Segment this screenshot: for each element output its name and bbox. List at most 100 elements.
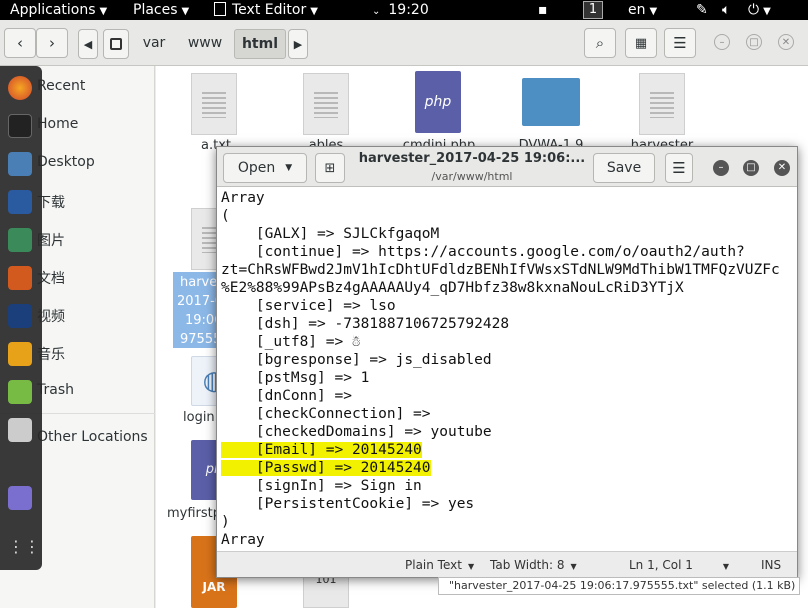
volume-icon[interactable]: 🔈︎ xyxy=(722,0,730,20)
save-button[interactable]: Save xyxy=(593,153,655,183)
clock-dropdown-icon: ⌄ xyxy=(372,6,381,17)
open-button[interactable]: Open ▼ xyxy=(223,153,307,183)
search-icon: ⌕ xyxy=(595,34,605,52)
text-line: zt=ChRsWFBwd2JmV1hIcDhtUFdldzBENhIfVWsxS… xyxy=(221,262,780,278)
sidebar-item-recent[interactable]: Recent xyxy=(37,78,85,94)
sidebar-item-desktop[interactable]: Desktop xyxy=(37,154,95,170)
file-label[interactable]: login. xyxy=(183,410,219,425)
breadcrumb-www[interactable]: www xyxy=(180,29,230,59)
sidebar-item-home[interactable]: Home xyxy=(37,116,78,132)
forward-button[interactable]: › xyxy=(36,28,68,58)
places-label: Places xyxy=(133,2,178,18)
text-line: %E2%88%99APsBz4gAAAAAUy4_qD7Hbfz38w8kxna… xyxy=(221,280,684,296)
sidebar-item-trash[interactable]: Trash xyxy=(37,382,74,398)
document-path: /var/www/html xyxy=(431,170,513,183)
power-icon: ⏻ xyxy=(748,2,760,18)
tab-width-selector[interactable]: Tab Width: 8 ▼ xyxy=(490,558,577,572)
grid-icon: ▦ xyxy=(634,35,648,51)
notes-icon[interactable] xyxy=(8,486,32,510)
text-line: ( xyxy=(221,208,230,224)
text-line: [PersistentCookie] => yes xyxy=(221,496,475,512)
hamburger-icon: ☰ xyxy=(673,34,687,52)
maximize-button[interactable]: □ xyxy=(746,34,762,50)
minimize-button[interactable]: – xyxy=(714,34,730,50)
pen-icon[interactable]: ✎ xyxy=(696,0,708,20)
text-line: [pstMsg] => 1 xyxy=(221,370,370,386)
text-line: ) xyxy=(221,514,230,530)
chevron-down-icon: ▼ xyxy=(722,562,730,571)
path-scroll-left-button[interactable]: ◀ xyxy=(78,29,98,59)
breadcrumb-var[interactable]: var xyxy=(134,29,174,59)
chevron-down-icon: ▼ xyxy=(310,6,318,17)
active-app-menu[interactable]: Text Editor ▼ xyxy=(214,0,318,20)
language-label: en xyxy=(628,2,646,18)
faraday-icon[interactable] xyxy=(8,342,32,366)
text-file-icon[interactable] xyxy=(639,73,685,135)
text-line: Array xyxy=(221,532,265,548)
language-menu[interactable]: en ▼ xyxy=(628,0,657,20)
syntax-selector[interactable]: Plain Text ▼ xyxy=(405,558,474,572)
power-menu[interactable]: ⏻ ▼ xyxy=(748,0,771,20)
chevron-right-icon: › xyxy=(49,34,55,52)
text-line: [GALX] => SJLCkfgaqoM xyxy=(221,226,440,242)
places-menu[interactable]: Places ▼ xyxy=(133,0,189,20)
editor-maximize-button[interactable]: □ xyxy=(743,160,759,176)
text-line: [dnConn] => xyxy=(221,388,352,404)
chevron-down-icon: ▼ xyxy=(763,6,771,17)
path-scroll-right-button[interactable]: ▶ xyxy=(288,29,308,59)
show-apps-icon[interactable]: ⋮⋮ xyxy=(8,536,40,560)
editor-close-button[interactable]: ✕ xyxy=(774,160,790,176)
close-button[interactable]: ✕ xyxy=(778,34,794,50)
editor-status-bar: Plain Text ▼ Tab Width: 8 ▼ Ln 1, Col 1 ▼ I… xyxy=(217,551,797,577)
editor-text-area[interactable]: Array ( [GALX] => SJLCkfgaqoM [continue]… xyxy=(217,187,797,551)
camera-icon[interactable]: ▪ xyxy=(538,0,548,20)
firefox-icon[interactable] xyxy=(8,76,32,100)
chevron-down-icon: ▼ xyxy=(285,163,293,173)
cursor-position-selector[interactable]: Ln 1, Col 1 ▼ xyxy=(629,558,729,572)
files-icon[interactable] xyxy=(8,152,32,176)
sidebar-item-other-locations[interactable]: Other Locations xyxy=(37,429,148,445)
text-line: [bgresponse] => js_disabled xyxy=(221,352,492,368)
triangle-right-icon: ▶ xyxy=(293,37,303,51)
chevron-left-icon: ‹ xyxy=(17,34,23,52)
applications-label: Applications xyxy=(10,2,96,18)
menu-button[interactable]: ☰ xyxy=(664,28,696,58)
screenshot-icon[interactable] xyxy=(8,418,32,442)
document-title: harvester_2017-04-25 19:06:... xyxy=(358,151,586,166)
php-file-icon[interactable]: php xyxy=(415,71,461,133)
clock[interactable]: ⌄ 19:20 xyxy=(372,0,429,20)
text-file-icon[interactable] xyxy=(303,73,349,135)
applications-menu[interactable]: Applications ▼ xyxy=(10,0,107,20)
dock: ⋮⋮ xyxy=(0,66,42,570)
text-file-icon[interactable] xyxy=(191,73,237,135)
chevron-down-icon: ▼ xyxy=(467,562,475,571)
chevron-down-icon: ▼ xyxy=(649,6,658,17)
leafpad-icon[interactable] xyxy=(8,380,32,404)
file-manager-header: ‹ › ◀ var www html ▶ ⌕ ▦ ☰ – □ ✕ xyxy=(0,20,808,66)
workspace-indicator[interactable]: 1 xyxy=(583,1,603,19)
active-app-label: Text Editor xyxy=(232,2,307,18)
text-line: [_utf8] => ☃ xyxy=(221,334,361,350)
maltego-icon[interactable] xyxy=(8,304,32,328)
armitage-icon[interactable] xyxy=(8,228,32,252)
search-button[interactable]: ⌕ xyxy=(584,28,616,58)
text-line: Array xyxy=(221,190,265,206)
clock-label: 19:20 xyxy=(388,2,429,18)
text-line: [continue] => https://accounts.google.co… xyxy=(221,244,745,260)
back-button[interactable]: ‹ xyxy=(4,28,36,58)
path-root-button[interactable] xyxy=(103,29,129,59)
new-document-button[interactable]: ⊞ xyxy=(315,153,345,183)
folder-icon[interactable] xyxy=(522,78,580,126)
top-bar: Applications ▼ Places ▼ Text Editor ▼ ⌄ 19:2… xyxy=(0,0,808,20)
editor-minimize-button[interactable]: – xyxy=(713,160,729,176)
new-document-icon: ⊞ xyxy=(324,160,336,176)
terminal-icon[interactable] xyxy=(8,114,32,138)
view-grid-button[interactable]: ▦ xyxy=(625,28,657,58)
burpsuite-icon[interactable] xyxy=(8,266,32,290)
text-editor-window: Open ▼ ⊞ harvester_2017-04-25 19:06:... /… xyxy=(216,146,798,578)
insert-mode-indicator[interactable]: INS xyxy=(761,558,781,572)
breadcrumb-html[interactable]: html xyxy=(234,29,286,59)
metasploit-icon[interactable] xyxy=(8,190,32,214)
editor-menu-button[interactable]: ☰ xyxy=(665,153,693,183)
file-label[interactable]: myfirstp xyxy=(167,506,221,521)
